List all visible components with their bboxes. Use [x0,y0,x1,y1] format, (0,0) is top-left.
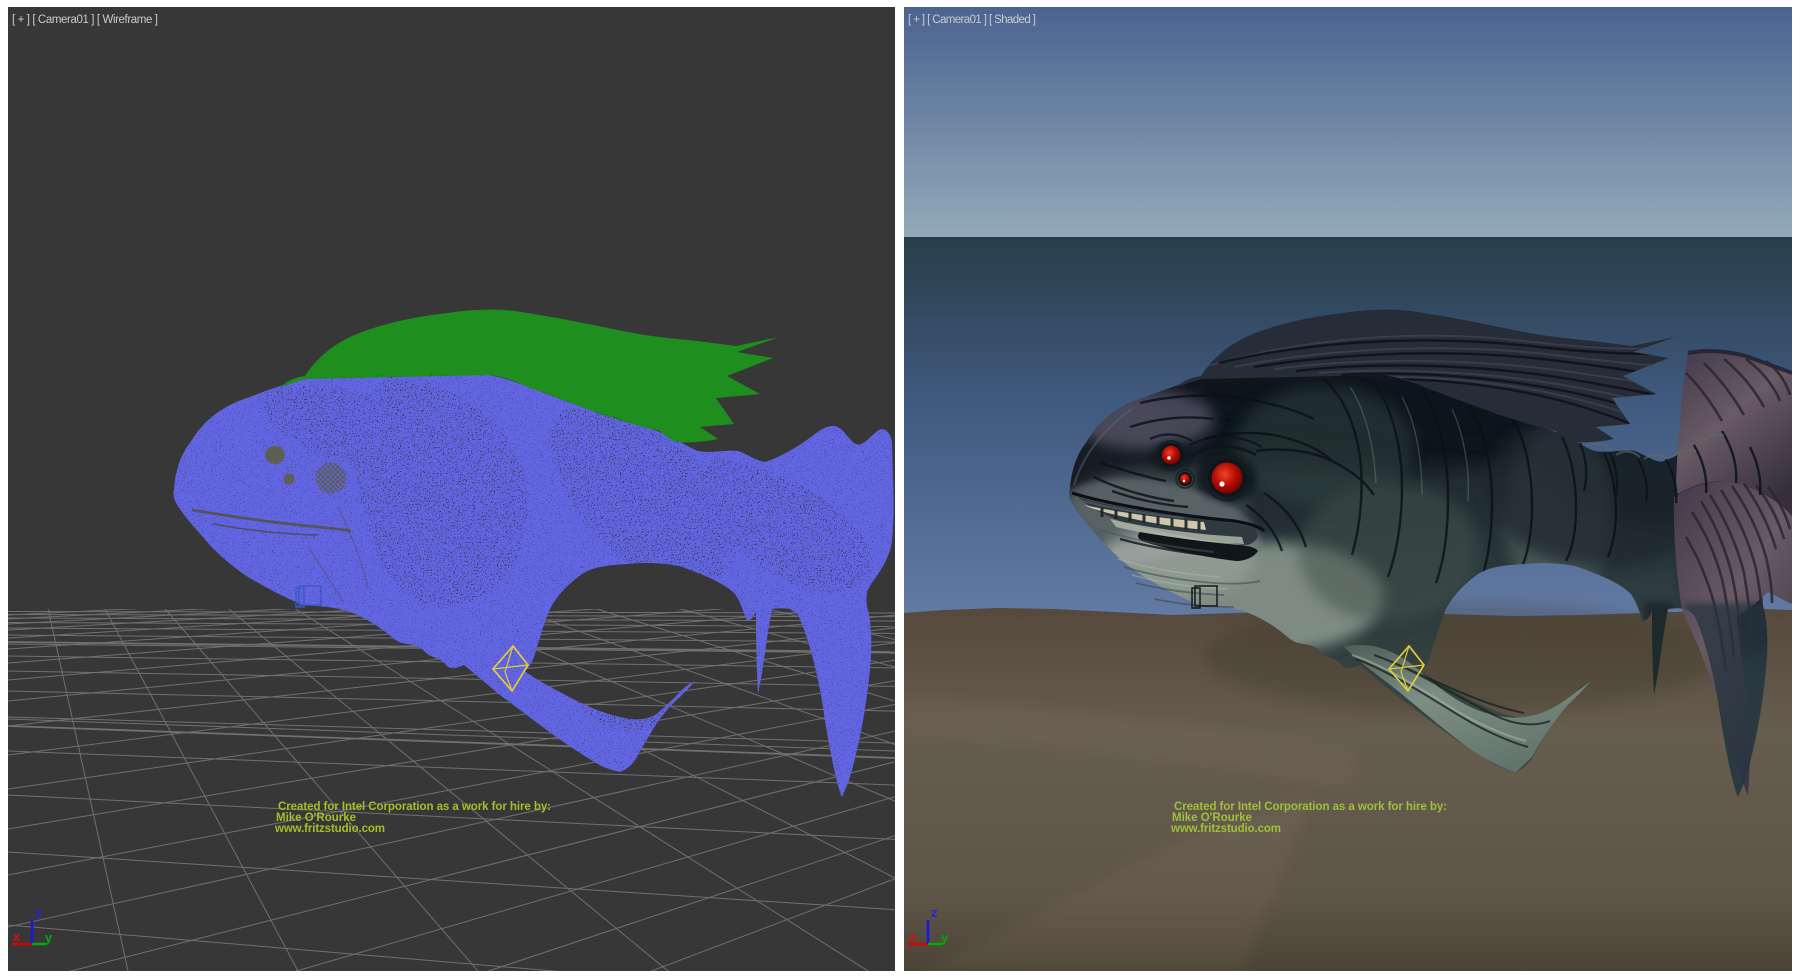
svg-text:www.fritzstudio.com: www.fritzstudio.com [1170,823,1281,835]
svg-text:www.fritzstudio.com: www.fritzstudio.com [274,823,385,835]
svg-text:z: z [931,905,938,920]
svg-text:y: y [45,930,53,945]
svg-text:z: z [35,905,42,920]
svg-text:[ + ] [ Camera01 ] [ Wireframe: [ + ] [ Camera01 ] [ Wireframe ] [12,14,158,26]
svg-text:y: y [941,930,949,945]
svg-text:x: x [13,929,21,944]
svg-text:x: x [909,929,917,944]
svg-text:[ + ] [ Camera01 ] [ Shaded ]: [ + ] [ Camera01 ] [ Shaded ] [908,14,1036,26]
